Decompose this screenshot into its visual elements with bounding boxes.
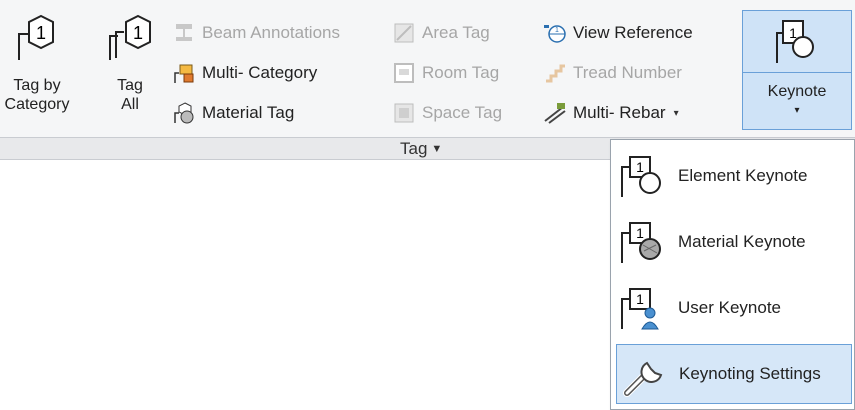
room-tag-label: Room Tag [422, 63, 500, 82]
chevron-down-icon[interactable]: ▾ [743, 105, 851, 116]
view-reference-label: View Reference [573, 23, 693, 42]
tag-all-icon: 1 [109, 14, 151, 60]
menu-item-material-keynote[interactable]: 1 Material Keynote [616, 212, 852, 272]
panel-title: Tag [400, 139, 428, 158]
area-tag-label: Area Tag [422, 23, 490, 42]
material-tag-label: Material Tag [202, 103, 295, 122]
tread-number-label: Tread Number [573, 63, 682, 82]
element-keynote-icon: 1 [776, 20, 814, 63]
element-keynote-icon: 1 [621, 156, 661, 197]
svg-text:1: 1 [636, 291, 644, 307]
material-tag-icon [174, 102, 194, 124]
tag-all-button[interactable]: 1 Tag All [100, 6, 160, 134]
menu-item-label: Material Keynote [678, 232, 806, 251]
tag-by-category-label-1: Tag by [13, 77, 61, 94]
menu-item-label: Element Keynote [678, 166, 808, 185]
view-reference-button[interactable]: 1 View Reference [543, 20, 693, 46]
room-tag-button[interactable]: Room Tag [392, 60, 499, 86]
svg-text:1: 1 [555, 27, 559, 34]
menu-item-label: Keynoting Settings [679, 364, 821, 383]
svg-text:1: 1 [636, 159, 644, 175]
beam-annotations-label: Beam Annotations [202, 23, 340, 42]
keynote-label: Keynote [767, 83, 827, 100]
keynote-button-top[interactable]: 1 [743, 11, 851, 73]
multi-rebar-label: Multi- Rebar [573, 103, 666, 122]
space-tag-button[interactable]: Space Tag [392, 100, 502, 126]
menu-item-user-keynote[interactable]: 1 User Keynote [616, 278, 852, 338]
panel-expand-icon[interactable]: ▼ [431, 143, 442, 155]
tag-by-category-button[interactable]: 1 Tag by Category [2, 6, 72, 134]
tag-by-category-icon: 1 [18, 14, 54, 60]
wrench-icon [623, 361, 663, 397]
area-tag-button[interactable]: Area Tag [392, 20, 490, 46]
chevron-down-icon[interactable]: ▾ [674, 108, 679, 119]
multi-rebar-button[interactable]: Multi- Rebar ▾ [543, 100, 679, 126]
area-tag-icon [394, 23, 414, 43]
svg-text:1: 1 [133, 23, 143, 43]
tag-by-category-label-2: Category [4, 96, 70, 113]
material-keynote-icon: 1 [621, 222, 661, 263]
material-tag-button[interactable]: Material Tag [172, 100, 294, 126]
multi-category-icon [174, 64, 194, 83]
user-keynote-icon: 1 [621, 288, 659, 330]
multi-category-label: Multi- Category [202, 63, 318, 82]
svg-text:1: 1 [36, 23, 46, 43]
keynote-dropdown-menu: 1 Element Keynote 1 Material Keynote 1 U… [610, 139, 855, 410]
menu-item-label: User Keynote [678, 298, 781, 317]
space-tag-icon [394, 103, 414, 123]
multi-category-button[interactable]: Multi- Category [172, 60, 317, 86]
tag-all-label-2: All [121, 96, 139, 113]
beam-annotations-button[interactable]: Beam Annotations [172, 20, 340, 46]
beam-annotations-icon [176, 24, 192, 41]
menu-item-keynoting-settings[interactable]: Keynoting Settings [616, 344, 852, 404]
menu-item-element-keynote[interactable]: 1 Element Keynote [616, 146, 852, 206]
tag-all-label-1: Tag [117, 77, 143, 94]
room-tag-icon [394, 63, 414, 83]
multi-rebar-icon [544, 103, 566, 124]
view-reference-icon: 1 [544, 25, 566, 43]
tread-number-button[interactable]: Tread Number [543, 60, 682, 86]
keynote-button[interactable]: 1 Keynote ▾ [742, 10, 852, 130]
ribbon-panel-tag: 1 Tag by Category 1 Tag All Beam Annotat… [0, 0, 855, 138]
tread-number-icon [546, 64, 565, 83]
space-tag-label: Space Tag [422, 103, 503, 122]
svg-text:1: 1 [636, 225, 644, 241]
